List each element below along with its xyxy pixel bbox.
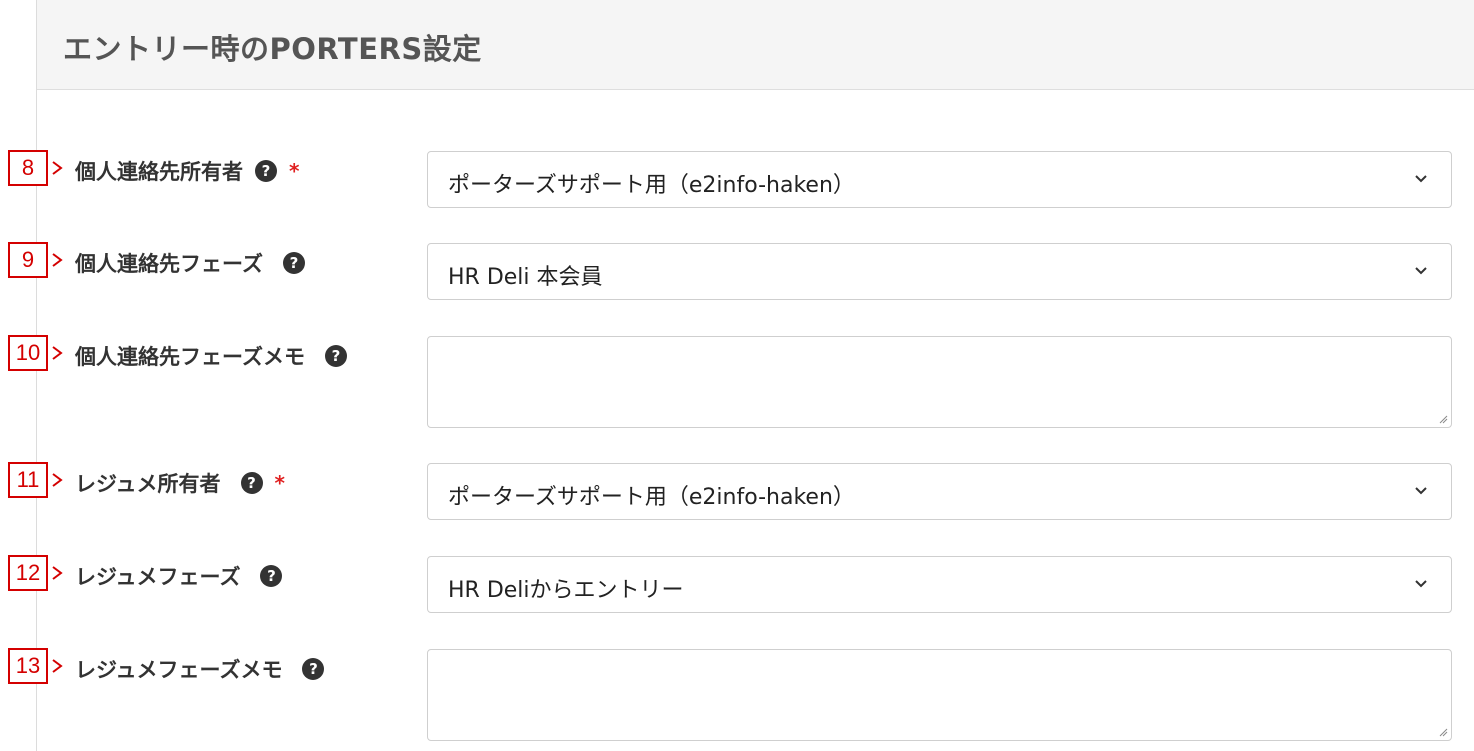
- resize-handle-icon[interactable]: [1438, 727, 1448, 737]
- field-label: レジュメフェーズ ?: [75, 561, 283, 591]
- annotation-marker: 9: [8, 242, 48, 278]
- field-row-resume-phase: 12 レジュメフェーズ ? HR Deliからエントリー: [0, 553, 1474, 615]
- marker-arrow-icon: [52, 473, 63, 487]
- marker-arrow-icon: [52, 161, 63, 175]
- annotation-marker: 8: [8, 150, 48, 186]
- chevron-down-icon: [1415, 487, 1427, 495]
- field-label-text: レジュメフェーズ: [75, 565, 241, 589]
- resize-handle-icon[interactable]: [1438, 414, 1448, 424]
- field-label-text: 個人連絡先フェーズ: [75, 252, 263, 276]
- section-header: エントリー時のPORTERS設定: [37, 0, 1474, 90]
- chevron-down-icon: [1415, 580, 1427, 588]
- question-circle-icon[interactable]: ?: [240, 472, 263, 494]
- section-title: エントリー時のPORTERS設定: [63, 32, 482, 66]
- field-label-text: 個人連絡先フェーズメモ: [75, 345, 305, 369]
- select-value: HR Deliからエントリー: [448, 578, 684, 603]
- marker-arrow-icon: [52, 566, 63, 580]
- field-label: 個人連絡先所有者 ? *: [75, 156, 299, 186]
- field-label: 個人連絡先フェーズメモ ?: [75, 341, 347, 371]
- question-circle-icon[interactable]: ?: [324, 345, 347, 367]
- annotation-marker: 11: [8, 462, 48, 498]
- annotation-marker: 10: [8, 335, 48, 371]
- marker-arrow-icon: [52, 253, 63, 267]
- contact-phase-memo-textarea[interactable]: [427, 336, 1452, 428]
- field-label-text: 個人連絡先所有者: [75, 160, 243, 184]
- annotation-marker: 12: [8, 555, 48, 591]
- field-label: 個人連絡先フェーズ ?: [75, 248, 305, 278]
- field-label: レジュメフェーズメモ ?: [75, 654, 325, 684]
- contact-phase-select[interactable]: HR Deli 本会員: [427, 243, 1452, 300]
- field-label-text: レジュメフェーズメモ: [75, 658, 283, 682]
- question-circle-icon[interactable]: ?: [282, 252, 305, 274]
- required-mark: *: [289, 159, 300, 183]
- field-label-text: レジュメ所有者: [75, 472, 221, 496]
- resume-phase-memo-textarea[interactable]: [427, 649, 1452, 741]
- field-row-resume-owner: 11 レジュメ所有者 ? * ポーターズサポート用（e2info-haken）: [0, 460, 1474, 522]
- resume-owner-select[interactable]: ポーターズサポート用（e2info-haken）: [427, 463, 1452, 520]
- select-value: ポーターズサポート用（e2info-haken）: [448, 173, 855, 198]
- question-circle-icon[interactable]: ?: [302, 658, 325, 680]
- contact-owner-select[interactable]: ポーターズサポート用（e2info-haken）: [427, 151, 1452, 208]
- annotation-marker: 13: [8, 648, 48, 684]
- field-row-contact-owner: 8 個人連絡先所有者 ? * ポーターズサポート用（e2info-haken）: [0, 148, 1474, 210]
- field-label: レジュメ所有者 ? *: [75, 468, 285, 498]
- select-value: ポーターズサポート用（e2info-haken）: [448, 485, 855, 510]
- resume-phase-select[interactable]: HR Deliからエントリー: [427, 556, 1452, 613]
- question-circle-icon[interactable]: ?: [255, 160, 277, 182]
- field-row-contact-phase: 9 個人連絡先フェーズ ? HR Deli 本会員: [0, 240, 1474, 302]
- marker-arrow-icon: [52, 346, 63, 360]
- field-row-resume-phase-memo: 13 レジュメフェーズメモ ?: [0, 646, 1474, 744]
- select-value: HR Deli 本会員: [448, 265, 603, 290]
- chevron-down-icon: [1415, 175, 1427, 183]
- required-mark: *: [274, 471, 285, 495]
- field-row-contact-phase-memo: 10 個人連絡先フェーズメモ ?: [0, 333, 1474, 431]
- chevron-down-icon: [1415, 267, 1427, 275]
- marker-arrow-icon: [52, 659, 63, 673]
- question-circle-icon[interactable]: ?: [260, 565, 283, 587]
